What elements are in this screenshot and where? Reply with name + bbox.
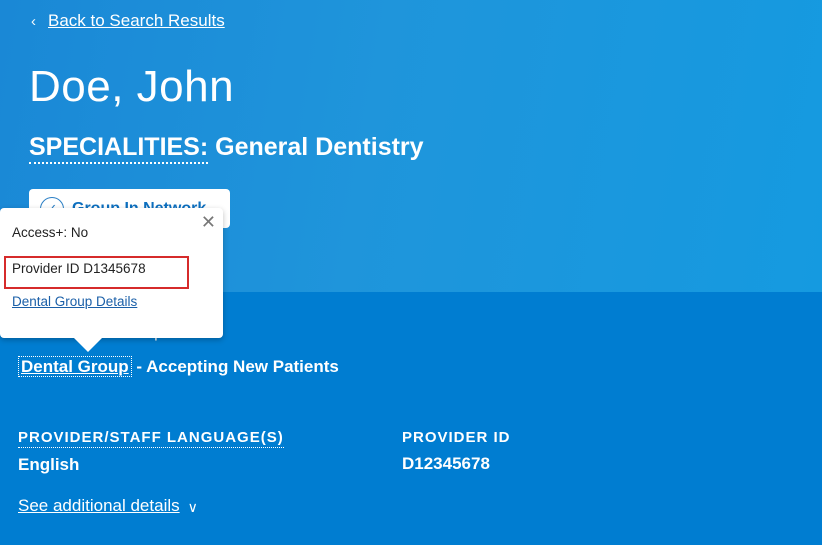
- dental-group-details-link[interactable]: Dental Group Details: [12, 294, 137, 309]
- provider-id-value: D12345678: [402, 454, 490, 473]
- accepting-status: - Accepting New Patients: [131, 357, 339, 376]
- language-value: English: [18, 455, 80, 474]
- close-icon[interactable]: ✕: [201, 213, 216, 231]
- language-column: PROVIDER/STAFF LANGUAGE(S) English: [18, 429, 284, 475]
- dental-group-link[interactable]: Dental Group: [18, 356, 132, 377]
- popover-arrow: [74, 338, 102, 352]
- specialities-label[interactable]: SPECIALITIES:: [29, 133, 209, 164]
- provider-id-header: PROVIDER ID: [402, 429, 511, 446]
- language-header[interactable]: PROVIDER/STAFF LANGUAGE(S): [18, 429, 284, 448]
- back-nav[interactable]: ‹ Back to Search Results: [31, 11, 225, 31]
- provider-id-column: PROVIDER ID D12345678: [402, 429, 511, 474]
- access-plus-status: Access+: No: [12, 225, 89, 240]
- specialities: SPECIALITIES: General Dentistry: [29, 133, 424, 164]
- chevron-down-icon[interactable]: ∨: [188, 500, 198, 514]
- chevron-left-icon: ‹: [31, 12, 36, 30]
- specialities-value: General Dentistry: [215, 133, 424, 161]
- see-additional-details-link[interactable]: See additional details: [18, 496, 180, 516]
- back-to-search-link[interactable]: Back to Search Results: [48, 11, 225, 31]
- provider-name: Doe, John: [29, 62, 235, 111]
- dental-group-popover: ✕ Access+: No Provider ID D1345678 Denta…: [0, 208, 223, 352]
- group-status-line: Dental Group - Accepting New Patients: [18, 356, 339, 377]
- see-additional-details[interactable]: See additional details ∨: [18, 496, 198, 516]
- popup-provider-id: Provider ID D1345678: [12, 261, 146, 276]
